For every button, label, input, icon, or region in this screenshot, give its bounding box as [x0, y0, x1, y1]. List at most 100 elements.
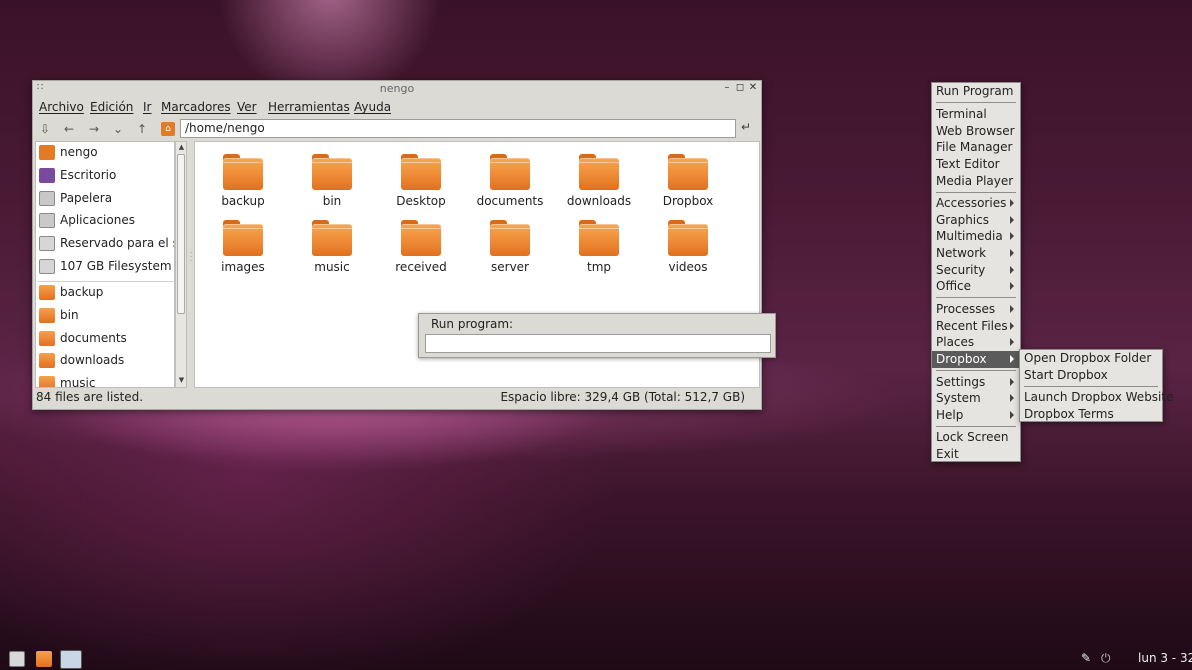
bookmark-icon[interactable]: ⇩	[35, 120, 55, 138]
sidebar-item-escritorio[interactable]: Escritorio	[36, 165, 174, 187]
folder-launcher-icon[interactable]	[36, 651, 52, 667]
menu-ir[interactable]: Ir	[143, 100, 151, 114]
run-program-label: Run program:	[431, 317, 514, 331]
menu-item-file-manager[interactable]: File Manager	[932, 139, 1020, 156]
clock[interactable]: lun 3 - 32	[1138, 651, 1192, 665]
taskbar: ✎ ⏻ lun 3 - 32	[0, 648, 1192, 670]
menu-item-recent-files[interactable]: Recent Files	[932, 318, 1020, 335]
path-input[interactable]: /home/nengo	[180, 119, 736, 138]
menu-item-start-dropbox[interactable]: Start Dropbox	[1020, 367, 1162, 384]
menu-item-places[interactable]: Places	[932, 334, 1020, 351]
pen-tray-icon[interactable]: ✎	[1081, 651, 1091, 665]
menu-item-label: Start Dropbox	[1024, 368, 1108, 382]
scrollbar-thumb[interactable]	[177, 154, 185, 314]
menu-item-exit[interactable]: Exit	[932, 446, 1020, 463]
sidebar-item-nengo[interactable]: nengo	[36, 142, 174, 164]
window-task-icon[interactable]	[60, 650, 82, 669]
trash-launcher-icon[interactable]	[9, 651, 25, 667]
file-name: downloads	[566, 194, 632, 208]
pane-resize-handle[interactable]: · · ·	[190, 250, 192, 265]
scroll-up-icon[interactable]: ▲	[177, 143, 186, 151]
menu-item-media-player[interactable]: Media Player	[932, 173, 1020, 190]
file-item-music[interactable]: music	[289, 212, 375, 274]
back-icon[interactable]: ←	[59, 120, 79, 138]
menu-item-settings[interactable]: Settings	[932, 374, 1020, 391]
sidebar-item-label: downloads	[60, 353, 125, 367]
dropbox-submenu: Open Dropbox Folder Start Dropbox Launch…	[1019, 349, 1173, 423]
menu-item-security[interactable]: Security	[932, 262, 1020, 279]
menu-item-lock-screen[interactable]: Lock Screen	[932, 429, 1020, 446]
sidebar-item-papelera[interactable]: Papelera	[36, 188, 174, 210]
menu-item-web-browser[interactable]: Web Browser	[932, 123, 1020, 140]
forward-icon[interactable]: →	[84, 120, 104, 138]
menu-item-dropbox-terms[interactable]: Dropbox Terms	[1020, 406, 1162, 423]
title-bar[interactable]: ∷ nengo – ◻ ✕	[33, 81, 761, 98]
menu-item-graphics[interactable]: Graphics	[932, 212, 1020, 229]
submenu-arrow-icon	[1010, 232, 1014, 240]
file-item-tmp[interactable]: tmp	[556, 212, 642, 274]
menu-item-run-program[interactable]: Run Program	[932, 83, 1020, 100]
sidebar-item-reservado[interactable]: Reservado para el sistema	[36, 233, 174, 255]
minimize-button[interactable]: –	[721, 82, 733, 93]
menu-item-dropbox[interactable]: Dropbox	[932, 351, 1020, 368]
file-item-videos[interactable]: videos	[645, 212, 731, 274]
sidebar-item-bin[interactable]: bin	[36, 305, 174, 327]
file-item-bin[interactable]: bin	[289, 146, 375, 208]
file-item-backup[interactable]: backup	[200, 146, 286, 208]
sidebar: nengo Escritorio Papelera Aplicaciones R…	[35, 141, 175, 388]
menu-item-label: Places	[936, 335, 975, 349]
applications-icon	[39, 213, 55, 228]
menu-item-open-dropbox-folder[interactable]: Open Dropbox Folder	[1020, 350, 1162, 367]
history-icon[interactable]: ⌄	[108, 120, 128, 138]
run-program-input[interactable]	[425, 334, 771, 353]
desktop-icon	[39, 168, 55, 183]
menu-item-label: Dropbox	[936, 352, 987, 366]
file-item-documents[interactable]: documents	[467, 146, 553, 208]
folder-icon	[39, 285, 55, 300]
sidebar-item-downloads[interactable]: downloads	[36, 350, 174, 372]
file-item-dropbox[interactable]: Dropbox	[645, 146, 731, 208]
menu-archivo[interactable]: Archivo	[39, 100, 84, 114]
sidebar-scrollbar[interactable]: ▲ ▼	[175, 141, 187, 388]
sidebar-item-aplicaciones[interactable]: Aplicaciones	[36, 210, 174, 232]
menu-ayuda[interactable]: Ayuda	[354, 100, 391, 114]
menu-edicion[interactable]: Edición	[90, 100, 133, 114]
file-item-received[interactable]: received	[378, 212, 464, 274]
folder-icon	[39, 353, 55, 368]
file-item-images[interactable]: images	[200, 212, 286, 274]
sidebar-item-music[interactable]: music	[36, 373, 174, 387]
scroll-down-icon[interactable]: ▼	[177, 376, 186, 384]
menu-separator	[936, 370, 1016, 371]
file-name: images	[221, 260, 265, 274]
menu-item-terminal[interactable]: Terminal	[932, 106, 1020, 123]
menu-item-office[interactable]: Office	[932, 278, 1020, 295]
file-item-downloads[interactable]: downloads	[556, 146, 642, 208]
menu-item-label: Accessories	[936, 196, 1007, 210]
submenu-arrow-icon	[1010, 338, 1014, 346]
maximize-button[interactable]: ◻	[734, 82, 746, 93]
sidebar-item-filesystem[interactable]: 107 GB Filesystem	[36, 256, 174, 278]
menu-item-launch-dropbox-website[interactable]: Launch Dropbox Website	[1020, 389, 1173, 406]
menu-item-text-editor[interactable]: Text Editor	[932, 156, 1020, 173]
menu-item-help[interactable]: Help	[932, 407, 1020, 424]
sidebar-item-backup[interactable]: backup	[36, 282, 174, 304]
file-item-server[interactable]: server	[467, 212, 553, 274]
menu-item-label: File Manager	[936, 140, 1013, 154]
sidebar-item-documents[interactable]: documents	[36, 328, 174, 350]
menu-item-network[interactable]: Network	[932, 245, 1020, 262]
menu-marcadores[interactable]: Marcadores	[161, 100, 231, 114]
file-item-desktop[interactable]: Desktop	[378, 146, 464, 208]
menu-item-processes[interactable]: Processes	[932, 301, 1020, 318]
power-tray-icon[interactable]: ⏻	[1101, 651, 1111, 666]
menu-item-multimedia[interactable]: Multimedia	[932, 228, 1020, 245]
menu-herramientas[interactable]: Herramientas	[268, 100, 350, 114]
close-button[interactable]: ✕	[747, 82, 759, 93]
up-icon[interactable]: ↑	[132, 120, 152, 138]
menu-ver[interactable]: Ver	[237, 100, 257, 114]
home-icon[interactable]: ⌂	[161, 122, 175, 136]
menu-item-label: Processes	[936, 302, 996, 316]
go-icon[interactable]: ↵	[741, 120, 751, 134]
menu-item-label: Security	[936, 263, 986, 277]
menu-item-accessories[interactable]: Accessories	[932, 195, 1020, 212]
menu-item-system[interactable]: System	[932, 390, 1020, 407]
